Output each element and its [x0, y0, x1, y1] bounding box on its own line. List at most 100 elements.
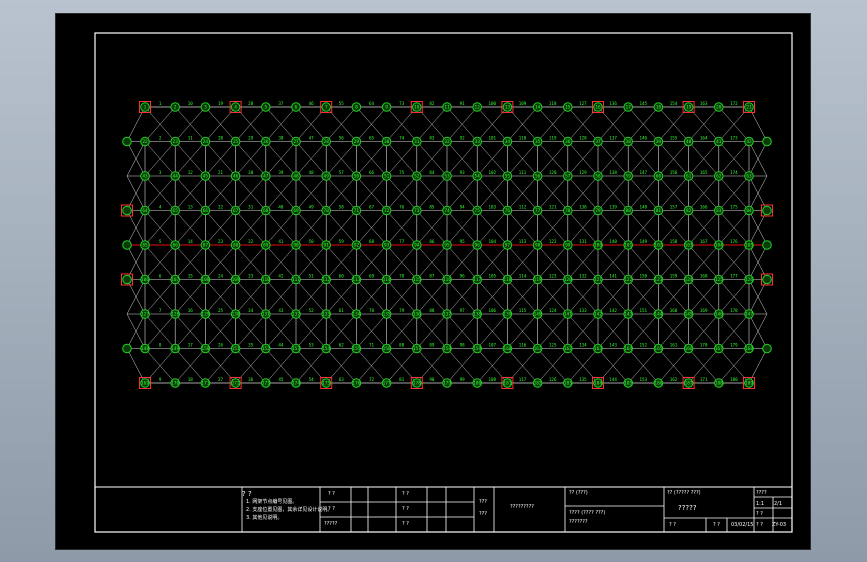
truss-node: 17 — [623, 102, 634, 112]
svg-text:127: 127 — [141, 312, 149, 318]
member-label: 141 — [609, 274, 617, 279]
svg-text:105: 105 — [745, 243, 753, 249]
member-label: 27 — [218, 377, 224, 382]
svg-text:103: 103 — [685, 243, 693, 249]
member-label: 48 — [309, 170, 315, 175]
svg-text:47: 47 — [263, 174, 269, 180]
truss-node: 8 — [351, 102, 362, 112]
side-node — [762, 240, 772, 250]
truss-node: 169 — [139, 377, 151, 389]
truss-node: 160 — [502, 343, 513, 354]
truss-node: 79 — [593, 205, 603, 216]
svg-text:185: 185 — [624, 381, 632, 387]
truss-node: 110 — [261, 274, 271, 285]
svg-text:135: 135 — [383, 312, 391, 318]
member-label: 159 — [670, 274, 678, 279]
date-value: 03/02/15 — [731, 522, 754, 528]
svg-text:54: 54 — [475, 174, 481, 180]
svg-text:106: 106 — [141, 277, 149, 283]
svg-text:70: 70 — [324, 208, 330, 214]
svg-text:10: 10 — [414, 105, 420, 111]
truss-node: 111 — [291, 274, 301, 285]
truss-node: 177 — [381, 378, 392, 388]
member-label: 38 — [278, 136, 284, 141]
member-label: 180 — [730, 377, 738, 382]
truss-node: 4 — [229, 101, 242, 113]
svg-text:179: 179 — [443, 381, 451, 387]
svg-text:104: 104 — [715, 243, 723, 249]
member-label: 128 — [579, 136, 587, 141]
drawing-viewport[interactable]: 1 2 3 4 5 6 7 8 9 10 11 12 13 14 15 16 17 18 19 20 21 22 23 24 2… — [55, 13, 811, 550]
truss-node: 122 — [623, 274, 634, 285]
svg-text:108: 108 — [201, 277, 209, 283]
svg-text:75: 75 — [475, 208, 481, 214]
truss-node: 22 — [140, 136, 150, 147]
scale-value: 1:1 — [756, 501, 765, 507]
truss-node: 42 — [744, 136, 754, 147]
member-label: 130 — [579, 205, 587, 210]
truss-node: 51 — [381, 171, 392, 181]
truss-node: 26 — [261, 136, 271, 147]
member-label: 42 — [278, 274, 284, 279]
member-label: 123 — [549, 274, 557, 279]
truss-node: 90 — [291, 240, 301, 250]
truss-node: 74 — [442, 205, 452, 216]
truss-node: 66 — [200, 205, 211, 216]
member-label: 59 — [339, 239, 345, 244]
member-label: 179 — [730, 343, 738, 348]
truss-node: 132 — [291, 309, 301, 319]
svg-text:85: 85 — [142, 243, 148, 249]
member-label: 16 — [188, 308, 194, 313]
member-label: 74 — [399, 136, 405, 141]
truss-node: 108 — [200, 274, 211, 285]
truss-node: 47 — [261, 171, 271, 181]
member-label: 98 — [460, 343, 466, 348]
truss-node: 145 — [683, 309, 694, 319]
member-label: 40 — [278, 205, 284, 210]
truss-node: 127 — [140, 309, 150, 319]
member-label: 96 — [460, 274, 466, 279]
truss-node: 73 — [412, 205, 422, 216]
truss-node: 14 — [532, 102, 543, 112]
truss-node: 61 — [683, 171, 694, 181]
svg-text:81: 81 — [656, 208, 662, 214]
svg-text:88: 88 — [233, 243, 239, 249]
member-label: 31 — [248, 205, 254, 210]
svg-text:164: 164 — [624, 346, 632, 352]
member-label: 102 — [489, 170, 497, 175]
truss-node: 124 — [683, 274, 694, 285]
space-truss-plan-drawing[interactable]: 1234567891011121314151617181920212223242… — [56, 14, 812, 551]
truss-node: 147 — [744, 309, 754, 319]
truss-node: 126 — [744, 274, 754, 285]
svg-text:161: 161 — [534, 346, 542, 352]
truss-node: 183 — [563, 378, 573, 388]
side-node — [762, 343, 772, 354]
svg-text:130: 130 — [232, 312, 240, 318]
truss-node: 15 — [563, 102, 573, 112]
svg-text:99: 99 — [565, 243, 571, 249]
svg-text:63: 63 — [746, 174, 752, 180]
member-label: 68 — [369, 239, 375, 244]
member-label: 73 — [399, 101, 405, 106]
truss-node: 128 — [170, 309, 180, 319]
member-label: 94 — [460, 205, 466, 210]
truss-node: 161 — [532, 343, 543, 354]
member-label: 121 — [549, 205, 557, 210]
truss-node: 7 — [320, 101, 333, 113]
svg-text:158: 158 — [443, 346, 451, 352]
truss-node: 115 — [412, 274, 422, 285]
truss-node: 164 — [623, 343, 634, 354]
truss-node: 96 — [472, 240, 483, 250]
member-label: 95 — [460, 239, 466, 244]
member-label: 11 — [188, 136, 194, 141]
svg-text:84: 84 — [746, 208, 752, 214]
truss-node: 112 — [321, 274, 332, 285]
project-label: ????????? — [510, 504, 534, 510]
svg-text:151: 151 — [232, 346, 240, 352]
member-label: 173 — [730, 136, 738, 141]
svg-text:62: 62 — [716, 174, 722, 180]
svg-text:3: 3 — [204, 105, 207, 111]
svg-text:51: 51 — [384, 174, 390, 180]
svg-text:57: 57 — [565, 174, 571, 180]
member-label: 146 — [640, 136, 648, 141]
